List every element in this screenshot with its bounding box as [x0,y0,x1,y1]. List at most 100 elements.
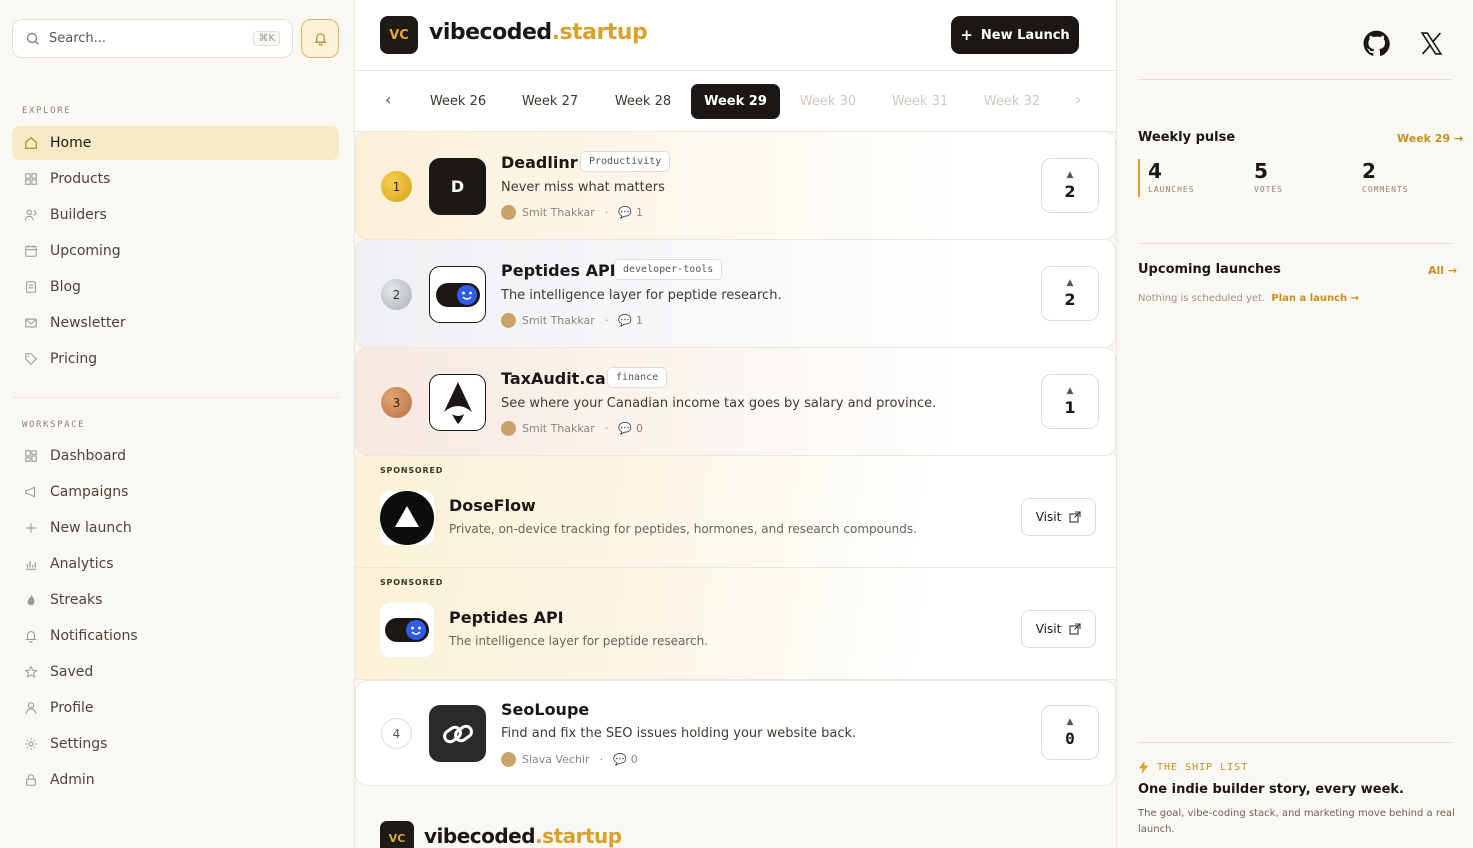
rank-badge-silver: 2 [381,279,412,310]
home-icon [25,136,37,149]
brand-name[interactable]: vibecoded.startup [429,20,648,45]
nav-new-launch[interactable]: New launch [12,511,339,545]
meta-separator: · [599,753,604,766]
plan-launch-link[interactable]: Plan a launch → [1271,293,1359,304]
stat-value: 2 [1362,159,1376,183]
visit-button[interactable]: Visit [1021,610,1096,648]
nav-campaigns[interactable]: Campaigns [12,475,339,509]
upvote-button[interactable]: ▲ 0 [1041,705,1099,760]
week-tab-31[interactable]: Week 31 [883,84,957,119]
author-name[interactable]: Smit Thakkar [522,206,595,219]
vote-count: 2 [1064,182,1076,201]
sponsor-name[interactable]: Peptides API [449,608,564,627]
product-thumbnail[interactable] [429,705,486,762]
visit-button[interactable]: Visit [1021,498,1096,536]
weekly-pulse-title: Weekly pulse [1138,130,1236,145]
upcoming-empty-text: Nothing is scheduled yet. [1138,293,1266,304]
nav-admin[interactable]: Admin [12,763,339,797]
launch-card[interactable]: 1 D Deadlinr Productivity Never miss wha… [355,131,1116,240]
search-input[interactable]: Search... ⌘K [12,19,293,58]
bell-icon [25,631,37,643]
nav-products[interactable]: Products [12,162,339,196]
nav-blog[interactable]: Blog [12,270,339,304]
visit-label: Visit [1035,510,1062,524]
prev-week-arrow[interactable]: ‹ [385,90,391,109]
ship-list-label: THE SHIP LIST [1157,762,1249,773]
sponsor-logo[interactable] [380,603,434,657]
category-tag[interactable]: Productivity [580,151,671,172]
nav-newsletter[interactable]: Newsletter [12,306,339,340]
upvote-arrow-icon: ▲ [1066,278,1074,288]
sponsored-label: SPONSORED [380,466,444,475]
launch-card[interactable]: 4 SeoLoupe Find and fix the SEO issues h… [355,680,1116,786]
nav-label: Upcoming [50,243,121,259]
upvote-button[interactable]: ▲ 2 [1041,266,1099,321]
week-tab-27[interactable]: Week 27 [513,84,587,119]
product-name[interactable]: Deadlinr [501,153,578,172]
logo-badge[interactable]: VC [380,16,418,54]
product-thumbnail[interactable] [429,266,486,323]
nav-analytics[interactable]: Analytics [12,547,339,581]
product-thumbnail[interactable] [429,374,486,431]
week-tab-26[interactable]: Week 26 [421,84,495,119]
nav-saved[interactable]: Saved [12,655,339,689]
upcoming-title: Upcoming launches [1138,262,1281,277]
week-tab-30[interactable]: Week 30 [791,84,865,119]
author-name[interactable]: Smit Thakkar [522,422,595,435]
new-launch-button[interactable]: + New Launch [951,16,1079,54]
panel-divider [1138,742,1453,743]
nav-notifications[interactable]: Notifications [12,619,339,653]
nav-profile[interactable]: Profile [12,691,339,725]
notifications-button[interactable] [301,19,339,58]
product-meta: Smit Thakkar · 💬 0 [501,421,643,436]
upvote-button[interactable]: ▲ 2 [1041,158,1099,213]
nav-dashboard[interactable]: Dashboard [12,439,339,473]
product-description: See where your Canadian income tax goes … [501,396,937,411]
sponsored-card[interactable]: SPONSORED Peptides API The intelligence … [355,568,1116,680]
launch-card[interactable]: 3 TaxAudit.ca finance See where your Can… [355,347,1116,456]
author-name[interactable]: Slava Vechir [522,753,590,766]
sponsor-logo[interactable] [380,491,434,545]
product-name[interactable]: SeoLoupe [501,700,589,719]
footer-brand-name[interactable]: vibecoded.startup [424,824,622,848]
stat-label: LAUNCHES [1148,185,1195,194]
nav-pricing[interactable]: Pricing [12,342,339,376]
nav-streaks[interactable]: Streaks [12,583,339,617]
category-tag[interactable]: developer-tools [614,259,723,280]
sponsor-description: Private, on-device tracking for peptides… [449,522,917,536]
github-icon[interactable] [1363,30,1390,57]
product-name[interactable]: Peptides API [501,261,616,280]
footer-logo-badge[interactable]: VC [380,821,414,848]
week-tab-32[interactable]: Week 32 [975,84,1049,119]
next-week-arrow[interactable]: › [1075,90,1081,109]
week-tab-29[interactable]: Week 29 [691,84,780,119]
author-name[interactable]: Smit Thakkar [522,314,595,327]
comment-icon: 💬 [618,314,633,327]
upcoming-all-link[interactable]: All → [1428,264,1457,277]
product-thumbnail[interactable]: D [429,158,486,215]
avatar [501,421,516,436]
mail-icon [25,318,37,328]
nav-builders[interactable]: Builders [12,198,339,232]
sidebar: Search... ⌘K EXPLORE Home Products Build… [0,0,355,848]
product-description: Never miss what matters [501,180,665,195]
workspace-nav: Dashboard Campaigns New launch Analytics… [12,439,339,799]
sponsor-description: The intelligence layer for peptide resea… [449,634,708,648]
week-tab-28[interactable]: Week 28 [606,84,680,119]
rank-badge: 4 [381,718,412,749]
launch-card[interactable]: 2 Peptides API developer-tools The intel… [355,239,1116,348]
product-name[interactable]: TaxAudit.ca [501,369,606,388]
sponsored-card[interactable]: SPONSORED DoseFlow Private, on-device tr… [355,456,1116,568]
category-tag[interactable]: finance [607,367,668,388]
ship-list-title[interactable]: One indie builder story, every week. [1138,782,1404,797]
nav-settings[interactable]: Settings [12,727,339,761]
nav-home[interactable]: Home [12,126,339,160]
x-twitter-icon[interactable] [1419,31,1444,56]
users-icon [24,209,37,221]
upvote-button[interactable]: ▲ 1 [1041,374,1099,429]
sponsor-name[interactable]: DoseFlow [449,496,536,515]
nav-label: Blog [50,279,81,295]
weekly-pulse-link[interactable]: Week 29 → [1397,132,1463,145]
visit-label: Visit [1035,622,1062,636]
nav-upcoming[interactable]: Upcoming [12,234,339,268]
